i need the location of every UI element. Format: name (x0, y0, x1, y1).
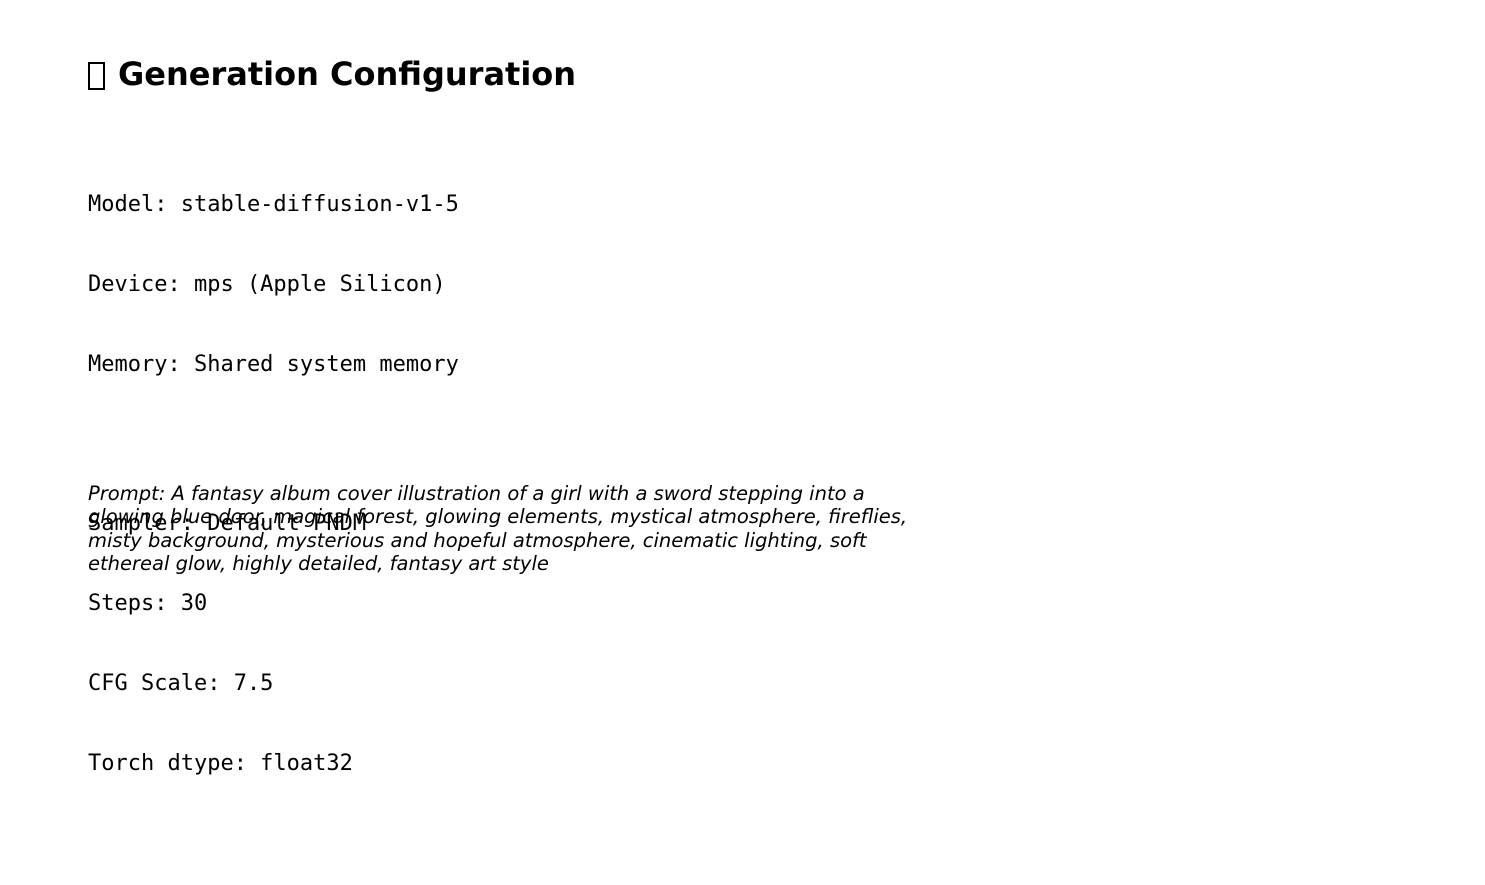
config-torch-dtype: Torch dtype: float32 (88, 750, 353, 776)
page-header: Generation Configuration (88, 52, 576, 96)
config-spacer (88, 432, 459, 459)
page-title: Generation Configuration (118, 55, 577, 93)
config-steps: Steps: 30 (88, 591, 208, 617)
config-cfg-scale: CFG Scale: 7.5 (88, 670, 274, 696)
config-memory: Memory: Shared system memory (88, 351, 459, 377)
config-device: Device: mps (Apple Silicon) (88, 271, 446, 297)
prompt-text: Prompt: A fantasy album cover illustrati… (88, 482, 908, 575)
missing-glyph-icon (88, 62, 105, 90)
config-list: Model: stable-diffusion-v1-5 Device: mps… (88, 139, 459, 804)
config-model: Model: stable-diffusion-v1-5 (88, 192, 459, 218)
